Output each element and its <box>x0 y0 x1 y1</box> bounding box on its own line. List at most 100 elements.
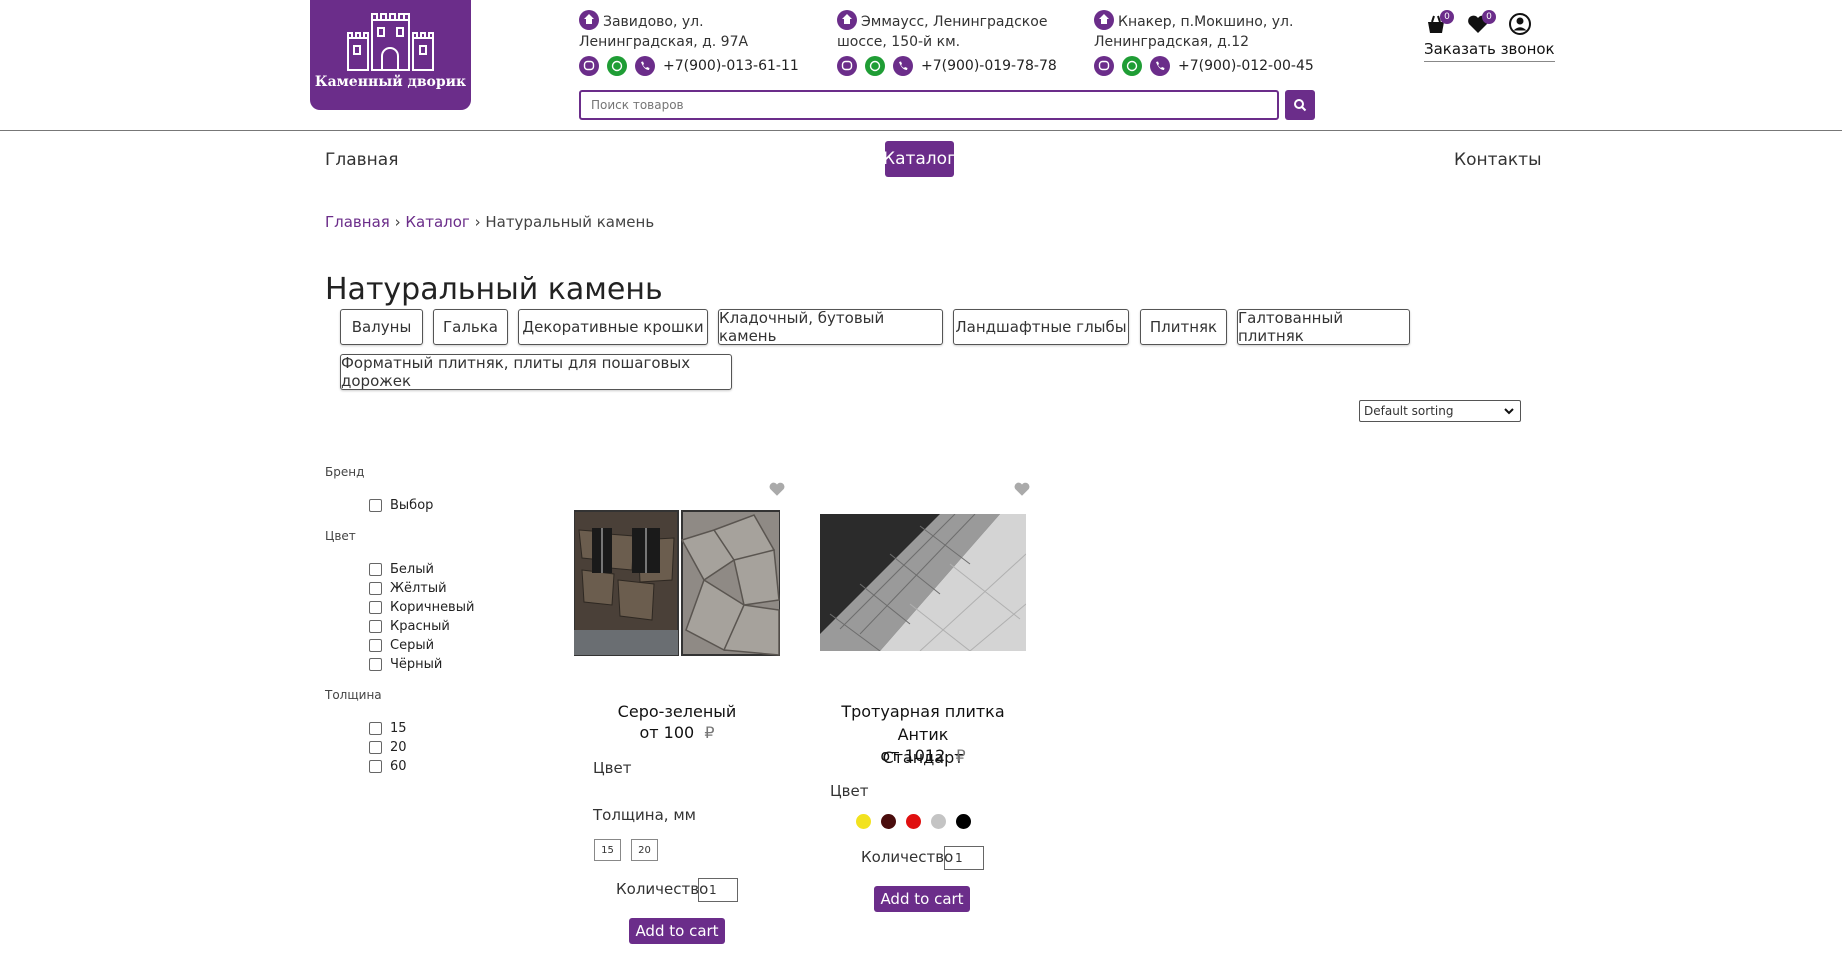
breadcrumb-catalog[interactable]: Каталог <box>405 213 469 231</box>
filter-title-brand: Бренд <box>325 465 365 479</box>
phone-number[interactable]: +7(900)-013-61-11 <box>663 58 799 74</box>
search-icon <box>1294 99 1307 112</box>
nav-catalog[interactable]: Каталог <box>883 141 956 177</box>
callback-link[interactable]: Заказать звонок <box>1424 40 1555 62</box>
checkbox[interactable] <box>369 600 382 614</box>
viber-icon[interactable] <box>579 56 599 76</box>
attribute-label-thickness: Толщина, мм <box>593 806 696 824</box>
size-option[interactable]: 20 <box>631 839 658 861</box>
filter-option[interactable]: Жёлтый <box>369 580 447 596</box>
phones-emmauss: +7(900)-019-78-78 <box>837 55 1057 77</box>
checkbox[interactable] <box>369 740 382 754</box>
wishlist-button[interactable]: 0 <box>1466 10 1496 40</box>
site-header: Каменный дворик Завидово, ул. Ленинградс… <box>0 0 1842 131</box>
product-name[interactable]: Серо-зеленый <box>572 700 782 723</box>
filter-option[interactable]: Выбор <box>369 497 433 513</box>
category-chip[interactable]: Плитняк <box>1140 309 1227 345</box>
category-chip[interactable]: Галтованный плитняк <box>1237 309 1410 345</box>
filter-title-color: Цвет <box>325 529 356 543</box>
product-price: от 1012 ₽ <box>880 746 966 765</box>
wishlist-count-badge: 0 <box>1482 10 1496 24</box>
filter-title-thickness: Толщина <box>325 688 382 702</box>
attribute-label-color: Цвет <box>830 782 869 800</box>
home-icon <box>837 10 857 30</box>
castle-icon <box>347 13 434 71</box>
viber-icon[interactable] <box>1094 56 1114 76</box>
checkbox[interactable] <box>369 721 382 735</box>
checkbox[interactable] <box>369 581 382 595</box>
sort-select[interactable]: Default sorting <box>1359 400 1521 422</box>
filter-option[interactable]: 60 <box>369 758 407 774</box>
nav-home[interactable]: Главная <box>325 150 398 170</box>
quantity-input[interactable]: 1 <box>698 878 738 902</box>
checkbox[interactable] <box>369 619 382 633</box>
logo-text: Каменный дворик <box>314 74 467 90</box>
quantity-input[interactable]: 1 <box>944 846 984 870</box>
filter-option[interactable]: Серый <box>369 637 434 653</box>
phone-number[interactable]: +7(900)-012-00-45 <box>1178 58 1314 74</box>
phone-icon <box>1150 56 1170 76</box>
breadcrumb: Главная › Каталог › Натуральный камень <box>325 213 654 231</box>
add-to-cart-button[interactable]: Add to cart <box>874 886 970 912</box>
category-chip[interactable]: Ландшафтные глыбы <box>953 309 1129 345</box>
filter-option[interactable]: 20 <box>369 739 407 755</box>
whatsapp-icon[interactable] <box>865 56 885 76</box>
breadcrumb-separator: › <box>474 213 481 231</box>
address-knaker: Кнакер, п.Мокшино, ул. Ленинградская, д.… <box>1094 10 1324 52</box>
category-chip[interactable]: Галька <box>433 309 508 345</box>
checkbox[interactable] <box>369 562 382 576</box>
address-zavidovo: Завидово, ул. Ленинградская, д. 97А <box>579 10 809 52</box>
page-title: Натуральный камень <box>325 272 663 307</box>
color-swatch-black[interactable] <box>956 814 971 829</box>
size-option[interactable]: 15 <box>594 839 621 861</box>
category-chip[interactable]: Валуны <box>340 309 423 345</box>
phones-knaker: +7(900)-012-00-45 <box>1094 55 1314 77</box>
filter-option[interactable]: 15 <box>369 720 407 736</box>
quantity-label: Количество <box>616 880 709 898</box>
cart-count-badge: 0 <box>1440 10 1454 24</box>
filter-option[interactable]: Чёрный <box>369 656 442 672</box>
search-input[interactable] <box>581 92 1277 118</box>
heart-icon[interactable] <box>768 480 786 498</box>
checkbox[interactable] <box>369 759 382 773</box>
color-swatch-yellow[interactable] <box>856 814 871 829</box>
ruble-icon: ₽ <box>704 723 715 742</box>
add-to-cart-button[interactable]: Add to cart <box>629 918 725 944</box>
filter-option[interactable]: Коричневый <box>369 599 474 615</box>
filter-option[interactable]: Белый <box>369 561 434 577</box>
category-chip[interactable]: Кладочный, бутовый камень <box>718 309 943 345</box>
checkbox[interactable] <box>369 498 382 512</box>
viber-icon[interactable] <box>837 56 857 76</box>
site-logo[interactable]: Каменный дворик <box>310 0 471 110</box>
whatsapp-icon[interactable] <box>607 56 627 76</box>
filter-option[interactable]: Красный <box>369 618 450 634</box>
breadcrumb-home[interactable]: Главная <box>325 213 390 231</box>
phone-number[interactable]: +7(900)-019-78-78 <box>921 58 1057 74</box>
header-actions: 0 0 <box>1422 10 1542 42</box>
ruble-icon: ₽ <box>955 746 966 765</box>
phone-icon <box>893 56 913 76</box>
home-icon <box>579 10 599 30</box>
sort-selected-value: Default sorting <box>1364 404 1454 418</box>
address-emmauss: Эммаусс, Ленинградское шоссе, 150-й км. <box>837 10 1067 52</box>
color-swatch-gray[interactable] <box>931 814 946 829</box>
color-swatch-brown[interactable] <box>881 814 896 829</box>
checkbox[interactable] <box>369 657 382 671</box>
quantity-label: Количество <box>861 848 954 866</box>
account-button[interactable] <box>1508 12 1532 40</box>
category-chip[interactable]: Декоративные крошки <box>518 309 708 345</box>
color-swatch-red[interactable] <box>906 814 921 829</box>
checkbox[interactable] <box>369 638 382 652</box>
product-image[interactable] <box>820 514 1026 651</box>
heart-icon[interactable] <box>1013 480 1031 498</box>
product-price: от 100 ₽ <box>639 723 715 742</box>
nav-contacts[interactable]: Контакты <box>1454 150 1542 170</box>
cart-button[interactable]: 0 <box>1424 10 1454 40</box>
breadcrumb-separator: › <box>394 213 401 231</box>
whatsapp-icon[interactable] <box>1122 56 1142 76</box>
product-image[interactable] <box>574 510 780 656</box>
home-icon <box>1094 10 1114 30</box>
phones-zavidovo: +7(900)-013-61-11 <box>579 55 799 77</box>
search-button[interactable] <box>1285 90 1315 120</box>
category-chip[interactable]: Форматный плитняк, плиты для пошаговых д… <box>340 354 732 390</box>
